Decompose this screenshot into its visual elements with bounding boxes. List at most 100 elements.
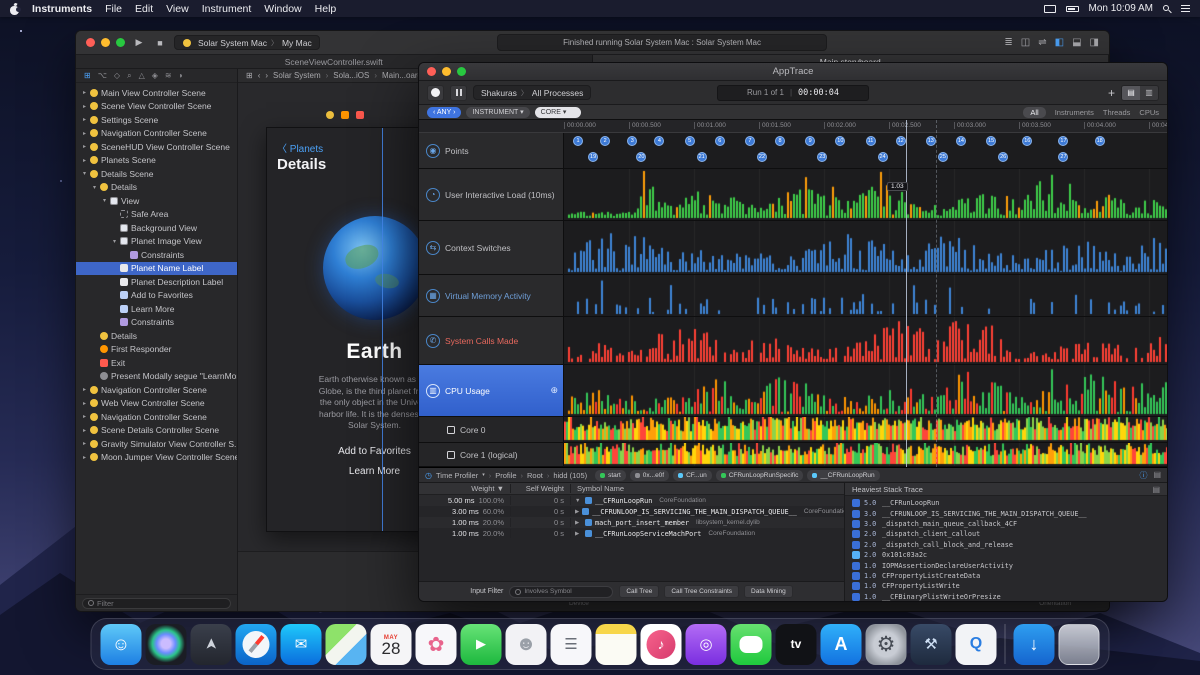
pause-button[interactable] xyxy=(450,85,467,101)
display-menu-icon[interactable] xyxy=(1044,5,1056,13)
track-chart[interactable] xyxy=(564,443,1167,466)
timeline-ruler[interactable]: 00:00.00000:00.50000:01.00000:01.50000:0… xyxy=(419,120,1167,133)
stack-trace-row[interactable]: 2.00x101c03a2c xyxy=(845,550,1167,560)
track-chart[interactable] xyxy=(564,417,1167,442)
point-flag[interactable]: 5 xyxy=(685,136,695,146)
view-list-icon[interactable]: ▤ xyxy=(1122,86,1140,100)
record-button[interactable] xyxy=(427,85,444,101)
track-row-core-0[interactable]: Core 0 xyxy=(419,417,1167,443)
find-navigator-icon[interactable]: ⌕ xyxy=(127,71,131,81)
mail-dock-icon[interactable]: ✉ xyxy=(281,624,322,665)
point-flag[interactable]: 10 xyxy=(835,136,845,146)
disclosure-triangle[interactable]: ▾ xyxy=(110,238,119,245)
safari-dock-icon[interactable] xyxy=(236,624,277,665)
navigator-item-learn-more[interactable]: Learn More xyxy=(76,302,237,316)
filter-token-core[interactable]: CORE ▾ xyxy=(535,107,581,118)
navigator-toggle-icon[interactable]: ◧ xyxy=(1055,37,1064,48)
disclosure-triangle[interactable]: ▼ xyxy=(575,498,582,504)
exit-icon[interactable] xyxy=(356,111,364,119)
point-flag[interactable]: 25 xyxy=(938,152,948,162)
point-flag[interactable]: 27 xyxy=(1058,152,1068,162)
stack-trace-row[interactable]: 1.0CFPropertyListWrite xyxy=(845,581,1167,591)
inspector-toggle-icon[interactable]: ◨ xyxy=(1090,37,1099,48)
track-label[interactable]: Core 0 xyxy=(419,417,564,442)
info-icon[interactable]: ⓘ xyxy=(1139,470,1147,481)
downloads-dock-icon[interactable]: ↓ xyxy=(1014,624,1055,665)
calendar-dock-icon[interactable]: MAY28 xyxy=(371,624,412,665)
point-flag[interactable]: 4 xyxy=(654,136,664,146)
column-weight[interactable]: Weight ▼ xyxy=(419,484,511,493)
navigator-item-navigation-controller-scene[interactable]: ▸Navigation Controller Scene xyxy=(76,127,237,141)
column-symbol-name[interactable]: Symbol Name xyxy=(571,484,844,493)
system-preferences-dock-icon[interactable]: ⚙ xyxy=(866,624,907,665)
xcode-dock-icon[interactable]: ⚒ xyxy=(911,624,952,665)
add-instrument-button[interactable]: + xyxy=(1108,86,1115,100)
navigator-item-view[interactable]: ▾View xyxy=(76,194,237,208)
call-tree-row[interactable]: 3.00 ms60.0%0 s▶__CFRUNLOOP_IS_SERVICING… xyxy=(419,506,844,517)
disclosure-triangle[interactable]: ▶ xyxy=(575,520,582,526)
point-flag[interactable]: 16 xyxy=(1022,136,1032,146)
messages-dock-icon[interactable] xyxy=(731,624,772,665)
issue-navigator-icon[interactable]: △ xyxy=(139,71,145,80)
point-flag[interactable]: 14 xyxy=(956,136,966,146)
disclosure-triangle[interactable]: ▾ xyxy=(90,184,99,191)
track-label[interactable]: ▥CPU Usage⊕ xyxy=(419,365,564,416)
breadcrumb-2[interactable]: Main...oard xyxy=(382,71,422,80)
menu-clock[interactable]: Mon 10:09 AM xyxy=(1089,3,1153,14)
navigator-item-details-scene[interactable]: ▾Details Scene xyxy=(76,167,237,181)
back-button[interactable]: 〈 Planets xyxy=(277,140,323,155)
debug-area-toggle-icon[interactable]: ⬓ xyxy=(1072,37,1081,48)
debug-navigator-icon[interactable]: ≋ xyxy=(165,71,172,80)
navigator-item-scene-view-controller-scene[interactable]: ▸Scene View Controller Scene xyxy=(76,100,237,114)
call-tree-row[interactable]: 5.00 ms100.0%0 s▼__CFRunLoopRunCoreFound… xyxy=(419,495,844,506)
point-flag[interactable]: 9 xyxy=(805,136,815,146)
app-menu-title[interactable]: Instruments xyxy=(32,3,92,15)
stack-chip-0x-e0f[interactable]: 0x...e0f xyxy=(630,470,669,481)
editor-assistant-icon[interactable]: ◫ xyxy=(1021,37,1030,48)
data-mining-button[interactable]: Data Mining xyxy=(744,585,793,598)
quicktime-dock-icon[interactable]: Q xyxy=(956,624,997,665)
finder-dock-icon[interactable]: ☺ xyxy=(101,624,142,665)
contacts-dock-icon[interactable]: ☻ xyxy=(506,624,547,665)
back-icon[interactable]: ‹ xyxy=(258,71,261,80)
menu-view[interactable]: View xyxy=(166,3,189,15)
breadcrumb-1[interactable]: Sola...iOS xyxy=(333,71,369,80)
track-label[interactable]: ⇆Context Switches xyxy=(419,221,564,274)
stack-trace-row[interactable]: 3.0__CFRUNLOOP_IS_SERVICING_THE_MAIN_DIS… xyxy=(845,508,1167,518)
battery-icon[interactable] xyxy=(1066,6,1079,12)
navigator-item-scenehud-view-controller-scene[interactable]: ▸SceneHUD View Controller Scene xyxy=(76,140,237,154)
point-flag[interactable]: 11 xyxy=(866,136,876,146)
track-chart[interactable] xyxy=(564,169,1167,220)
disclosure-triangle[interactable]: ▸ xyxy=(80,130,89,137)
disclosure-triangle[interactable]: ▸ xyxy=(80,413,89,420)
navigator-item-moon-jumper-view-controller-scene[interactable]: ▸Moon Jumper View Controller Scene xyxy=(76,451,237,465)
navigator-item-constraints[interactable]: Constraints xyxy=(76,316,237,330)
strategy-tab-all[interactable]: All xyxy=(1023,107,1045,118)
trash-dock-icon[interactable] xyxy=(1059,624,1100,665)
jumpbar-item-root[interactable]: Root xyxy=(527,471,543,480)
stop-button[interactable]: ■ xyxy=(153,38,167,48)
close-button[interactable] xyxy=(427,67,436,76)
disclosure-triangle[interactable]: ▸ xyxy=(80,386,89,393)
strategy-tab-cpus[interactable]: CPUs xyxy=(1139,108,1159,117)
symbol-navigator-icon[interactable]: ◇ xyxy=(114,71,120,80)
track-label[interactable]: ▦Virtual Memory Activity xyxy=(419,275,564,316)
navigator-item-main-view-controller-scene[interactable]: ▸Main View Controller Scene xyxy=(76,86,237,100)
notes-dock-icon[interactable] xyxy=(596,624,637,665)
call-tree-button[interactable]: Call Tree xyxy=(619,585,659,598)
navigator-item-details[interactable]: ▾Details xyxy=(76,181,237,195)
point-flag[interactable]: 6 xyxy=(715,136,725,146)
tv-dock-icon[interactable]: tv xyxy=(776,624,817,665)
stack-trace-row[interactable]: 1.0IOPMAssertionDeclareUserActivity xyxy=(845,560,1167,570)
stack-chip-cfrunlooprun[interactable]: __CFRunLoopRun xyxy=(807,470,879,481)
apple-menu-icon[interactable] xyxy=(10,3,19,15)
instrument-selector[interactable]: Time Profiler xyxy=(436,471,478,480)
breakpoint-navigator-icon[interactable]: ◗ xyxy=(179,71,184,80)
view-columns-icon[interactable]: ▥ xyxy=(1140,86,1158,100)
planet-image[interactable] xyxy=(323,216,427,320)
track-row-context-switches[interactable]: ⇆Context Switches xyxy=(419,221,1167,275)
zoom-button[interactable] xyxy=(116,38,125,47)
track-label[interactable]: ✆System Calls Made xyxy=(419,317,564,364)
disclosure-triangle[interactable]: ▾ xyxy=(100,197,109,204)
track-chart[interactable] xyxy=(564,275,1167,316)
